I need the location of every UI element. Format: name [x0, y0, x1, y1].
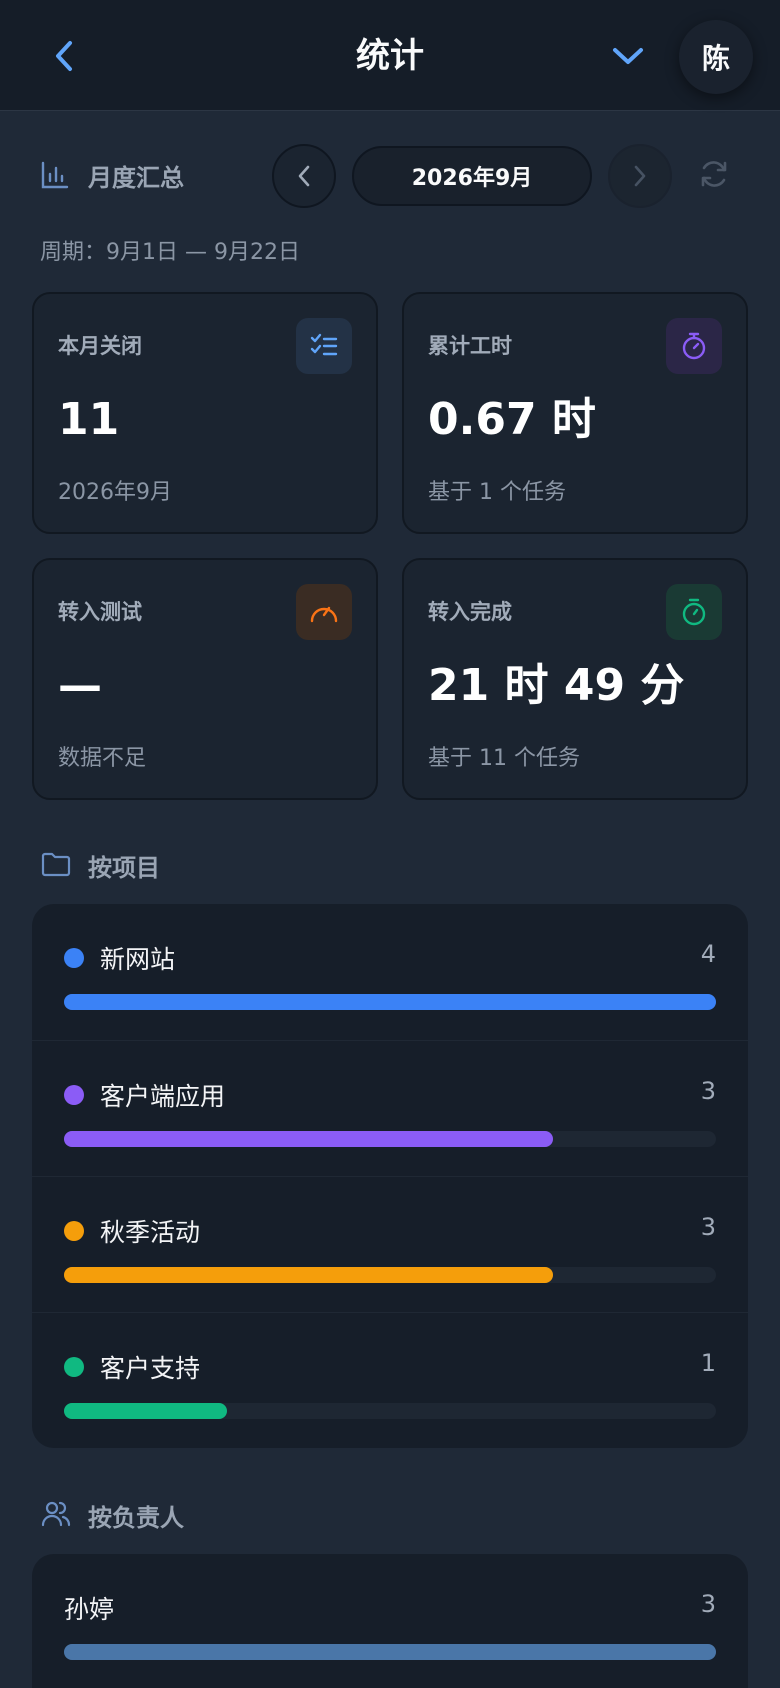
page-title: 统计	[356, 36, 424, 76]
card-value: —	[58, 660, 102, 711]
checklist-icon	[310, 333, 338, 356]
project-row[interactable]: 秋季活动 3	[32, 1176, 748, 1312]
project-count: 1	[700, 1349, 716, 1377]
card-icon-box	[296, 584, 352, 640]
progress-fill	[64, 1403, 227, 1419]
bar-chart-icon	[41, 161, 69, 189]
owner-name: 孙婷	[64, 1595, 115, 1624]
stopwatch-icon	[682, 332, 706, 360]
progress-fill	[64, 1131, 553, 1147]
card-value: 0.67 时	[428, 394, 596, 445]
card-subtitle: 基于 11 个任务	[428, 746, 580, 771]
progress-track	[64, 1403, 716, 1419]
card-title: 本月关闭	[58, 334, 142, 358]
card-value: 21 时 49 分	[428, 660, 685, 711]
project-row[interactable]: 客户端应用 3	[32, 1040, 748, 1176]
owner-count: 3	[700, 1590, 716, 1618]
chevron-right-icon	[634, 165, 646, 187]
card-title: 转入完成	[428, 600, 512, 624]
chevron-left-icon	[298, 165, 310, 187]
by-owner-label: 按负责人	[88, 1504, 184, 1532]
timer-icon	[682, 598, 706, 626]
card-subtitle: 基于 1 个任务	[428, 480, 566, 505]
chevron-down-icon	[613, 48, 643, 64]
month-selector[interactable]: 2026年9月	[352, 146, 592, 206]
stat-card-to-done: 转入完成 21 时 49 分 基于 11 个任务	[402, 558, 748, 800]
stat-card-closed: 本月关闭 11 2026年9月	[32, 292, 378, 534]
progress-track	[64, 1644, 716, 1660]
stat-card-to-testing: 转入测试 — 数据不足	[32, 558, 378, 800]
by-owner-panel: 孙婷 3	[32, 1554, 748, 1688]
progress-track	[64, 994, 716, 1010]
next-month-button[interactable]	[608, 144, 672, 208]
refresh-icon[interactable]	[696, 156, 732, 192]
card-title: 累计工时	[428, 334, 512, 358]
project-color-dot	[64, 1085, 84, 1105]
project-name: 新网站	[100, 945, 176, 974]
by-owner-header: 按负责人	[0, 1494, 780, 1534]
by-project-header: 按项目	[0, 844, 780, 884]
card-icon-box	[296, 318, 352, 374]
speedometer-icon	[310, 606, 338, 623]
card-title: 转入测试	[58, 600, 142, 624]
progress-fill	[64, 1644, 716, 1660]
owner-row[interactable]: 孙婷 3	[32, 1554, 748, 1688]
project-color-dot	[64, 948, 84, 968]
card-subtitle: 数据不足	[58, 746, 147, 771]
card-value: 11	[58, 394, 120, 445]
project-name: 秋季活动	[100, 1218, 201, 1247]
project-row[interactable]: 新网站 4	[32, 904, 748, 1040]
summary-label: 月度汇总	[88, 164, 184, 192]
users-icon	[41, 1501, 71, 1527]
progress-track	[64, 1131, 716, 1147]
project-name: 客户端应用	[100, 1082, 226, 1111]
prev-month-button[interactable]	[272, 144, 336, 208]
project-count: 3	[700, 1213, 716, 1241]
project-row[interactable]: 客户支持 1	[32, 1312, 748, 1448]
project-color-dot	[64, 1357, 84, 1377]
project-count: 3	[700, 1077, 716, 1105]
card-icon-box	[666, 318, 722, 374]
top-bar: 统计 陈	[0, 0, 780, 111]
period-text: 周期：9月1日 — 9月22日	[40, 240, 300, 265]
project-count: 4	[700, 940, 716, 968]
project-name: 客户支持	[100, 1354, 201, 1383]
avatar[interactable]: 陈	[679, 20, 753, 94]
dropdown-button[interactable]	[604, 34, 652, 78]
card-subtitle: 2026年9月	[58, 480, 172, 505]
progress-track	[64, 1267, 716, 1283]
by-project-panel: 新网站 4 客户端应用 3 秋季活动 3 客户支持 1	[32, 904, 748, 1448]
stat-card-hours: 累计工时 0.67 时 基于 1 个任务	[402, 292, 748, 534]
progress-fill	[64, 1267, 553, 1283]
folder-icon	[41, 852, 71, 877]
project-color-dot	[64, 1221, 84, 1241]
summary-header: 月度汇总 2026年9月	[0, 140, 780, 210]
progress-fill	[64, 994, 716, 1010]
by-project-label: 按项目	[88, 854, 160, 882]
card-icon-box	[666, 584, 722, 640]
